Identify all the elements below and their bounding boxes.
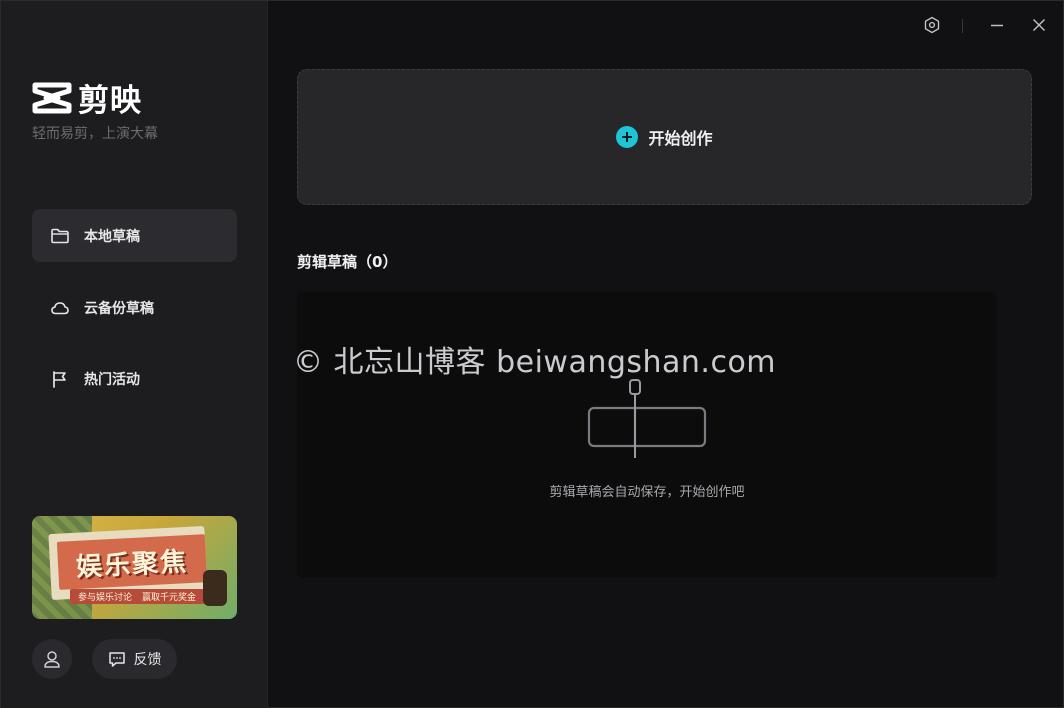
drafts-empty-state: 剪辑草稿会自动保存，开始创作吧 bbox=[297, 292, 997, 578]
chat-icon bbox=[108, 652, 125, 667]
close-button[interactable] bbox=[1029, 15, 1049, 35]
sidebar-item-cloud-drafts[interactable]: 云备份草稿 bbox=[32, 281, 237, 334]
app-window: 剪映 轻而易剪，上演大幕 本地草稿 云备份草稿 热门活动 娱乐聚焦 参与娱乐讨论… bbox=[0, 0, 1064, 708]
sidebar: 剪映 轻而易剪，上演大幕 本地草稿 云备份草稿 热门活动 娱乐聚焦 参与娱乐讨论… bbox=[1, 1, 268, 708]
sidebar-item-label: 云备份草稿 bbox=[84, 300, 154, 317]
banner-subtitle: 参与娱乐讨论 赢取千元奖金 bbox=[70, 589, 205, 604]
app-logo: 剪映 bbox=[32, 75, 142, 120]
flag-icon bbox=[53, 370, 66, 388]
plus-icon bbox=[616, 126, 639, 148]
drafts-section-title: 剪辑草稿（0） bbox=[297, 253, 398, 271]
sidebar-item-hot-activities[interactable]: 热门活动 bbox=[32, 352, 237, 405]
feedback-button[interactable]: 反馈 bbox=[92, 639, 177, 679]
sidebar-item-label: 本地草稿 bbox=[84, 228, 140, 245]
sidebar-nav: 本地草稿 云备份草稿 热门活动 bbox=[32, 209, 237, 424]
banner-title-box: 娱乐聚焦 bbox=[56, 534, 208, 590]
sidebar-item-label: 热门活动 bbox=[84, 371, 140, 388]
user-avatar-button[interactable] bbox=[32, 639, 72, 679]
feedback-label: 反馈 bbox=[133, 652, 162, 668]
settings-icon bbox=[924, 16, 940, 34]
promo-banner[interactable]: 娱乐聚焦 参与娱乐讨论 赢取千元奖金 bbox=[32, 516, 237, 619]
start-creating-label: 开始创作 bbox=[648, 129, 713, 148]
app-name: 剪映 bbox=[78, 83, 142, 119]
minimize-button[interactable] bbox=[987, 15, 1007, 35]
sidebar-item-local-drafts[interactable]: 本地草稿 bbox=[32, 209, 237, 262]
banner-title: 娱乐聚焦 bbox=[75, 546, 189, 583]
start-creating-button[interactable]: 开始创作 bbox=[297, 69, 1032, 205]
banner-sub-left: 参与娱乐讨论 bbox=[78, 593, 133, 603]
empty-timeline-icon bbox=[587, 379, 707, 458]
cloud-icon bbox=[51, 301, 69, 314]
watermark-text: © 北忘山博客 beiwangshan.com bbox=[293, 345, 777, 380]
app-slogan: 轻而易剪，上演大幕 bbox=[32, 126, 158, 142]
close-icon bbox=[1032, 18, 1046, 32]
minimize-icon bbox=[991, 24, 1003, 27]
folder-icon bbox=[51, 228, 69, 243]
capcut-logo-icon bbox=[32, 82, 72, 113]
settings-button[interactable] bbox=[922, 15, 942, 35]
titlebar-separator bbox=[962, 19, 963, 33]
banner-sub-right: 赢取千元奖金 bbox=[142, 593, 197, 603]
empty-state-text: 剪辑草稿会自动保存，开始创作吧 bbox=[549, 485, 745, 500]
user-icon bbox=[44, 651, 60, 668]
banner-speaker-graphic bbox=[203, 570, 227, 606]
